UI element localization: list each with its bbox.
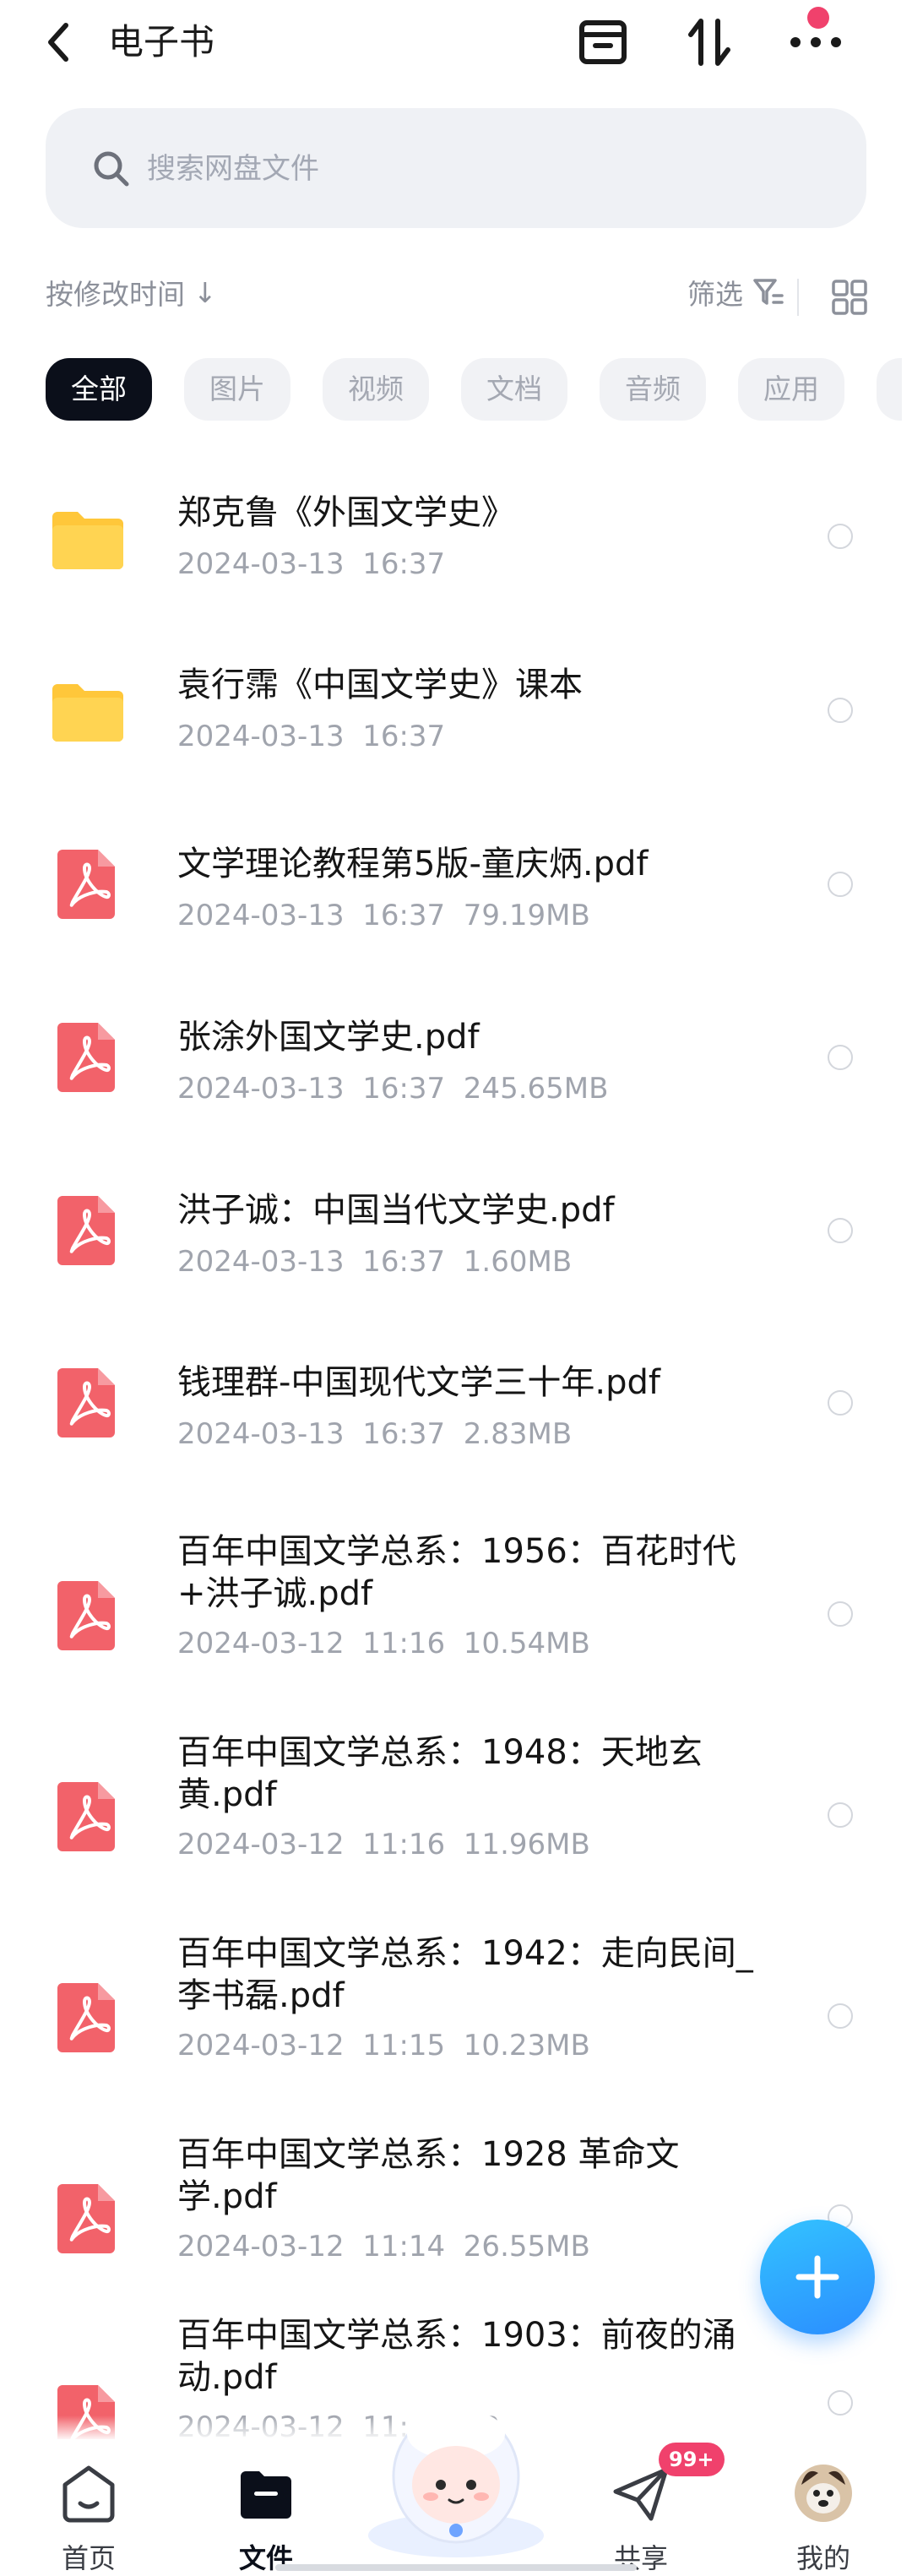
search-icon [94,151,129,187]
grid-view-icon[interactable] [831,279,868,316]
file-meta: 2024-03-13 16:37 [177,720,446,753]
share-badge: 99+ [659,2443,725,2476]
pdf-icon [57,850,115,919]
list-item[interactable]: 洪子诚：中国当代文学史.pdf 2024-03-13 16:37 1.60MB [0,1166,912,1334]
list-item[interactable]: 钱理群-中国现代文学三十年.pdf 2024-03-13 16:37 2.83M… [0,1338,912,1507]
file-meta: 2024-03-12 11:15 10.23MB [177,2029,590,2062]
select-radio[interactable] [828,1390,853,1416]
tab-apps[interactable]: 应用 [738,358,844,421]
select-radio[interactable] [828,2390,853,2416]
list-item[interactable]: 百年中国文学总系：1948：天地玄黄.pdf 2024-03-12 11:16 … [0,1711,912,1910]
list-item[interactable]: 袁行霈《中国文学史》课本 2024-03-13 16:37 [0,645,912,806]
file-meta: 2024-03-13 16:37 [177,547,446,581]
add-button[interactable] [760,2220,875,2334]
pdf-icon [57,1196,115,1265]
tab-images[interactable]: 图片 [184,358,290,421]
tab-audio[interactable]: 音频 [600,358,706,421]
filter-button[interactable]: 筛选 [687,272,785,312]
file-name: 张涂外国文学史.pdf [177,1018,480,1057]
filter-label: 筛选 [687,278,743,311]
page-title: 电子书 [108,21,215,62]
tab-documents[interactable]: 文档 [461,358,567,421]
file-meta: 2024-03-13 16:37 1.60MB [177,1245,573,1279]
list-item[interactable]: 百年中国文学总系：1942：走向民间_李书磊.pdf 2024-03-12 11… [0,1912,912,2111]
sort-icon[interactable] [681,15,738,69]
nav-me-label: 我的 [795,2542,850,2574]
file-meta: 2024-03-13 16:37 2.83MB [177,1417,573,1451]
file-name: 洪子诚：中国当代文学史.pdf [177,1191,615,1230]
back-icon[interactable] [41,19,78,66]
home-indicator [275,2564,637,2571]
select-radio[interactable] [828,1218,853,1243]
file-meta: 2024-03-13 16:37 245.65MB [177,1072,609,1106]
select-radio[interactable] [828,698,853,723]
notification-dot [807,7,829,29]
list-item[interactable]: 郑克鲁《外国文学史》 2024-03-13 16:37 [0,473,912,633]
file-name: 百年中国文学总系：1956：百花时代+洪子诚.pdf [177,1532,736,1613]
file-meta: 2024-03-12 11:14 26.55MB [177,2230,590,2264]
nav-files[interactable]: 文件 [211,2459,321,2574]
select-radio[interactable] [828,1802,853,1828]
plus-icon [795,2255,839,2299]
search-input[interactable] [145,139,824,199]
file-name: 袁行霈《中国文学史》课本 [177,666,583,704]
sort-arrow-icon: ↓ [193,275,217,309]
search-bar[interactable] [46,108,866,228]
nav-home[interactable]: 首页 [34,2459,144,2574]
sort-label: 按修改时间 [46,278,185,311]
select-radio[interactable] [828,1601,853,1627]
select-radio[interactable] [828,524,853,549]
select-radio[interactable] [828,2003,853,2029]
tab-more-partial[interactable] [877,358,902,421]
file-name: 百年中国文学总系：1903：前夜的涌动.pdf [177,2316,736,2397]
list-item[interactable]: 百年中国文学总系：1956：百花时代+洪子诚.pdf 2024-03-12 11… [0,1510,912,1709]
file-name: 郑克鲁《外国文学史》 [177,493,515,532]
file-meta: 2024-03-13 16:37 79.19MB [177,899,590,932]
pdf-icon [57,1368,115,1437]
select-radio[interactable] [828,872,853,897]
folder-icon [52,512,123,569]
list-item[interactable]: 张涂外国文学史.pdf 2024-03-13 16:37 245.65MB [0,992,912,1161]
file-name: 百年中国文学总系：1928 革命文学.pdf [177,2135,680,2216]
more-icon[interactable] [787,7,844,69]
home-icon [62,2465,115,2523]
nav-me[interactable]: 我的 [768,2459,878,2574]
select-radio[interactable] [828,1045,853,1070]
tab-all[interactable]: 全部 [46,358,152,421]
toolbar-divider [797,279,799,316]
sort-button[interactable]: 按修改时间 ↓ [46,272,217,312]
mascot-icon[interactable] [361,2392,551,2561]
tab-videos[interactable]: 视频 [323,358,429,421]
pdf-icon [57,1983,115,2052]
folder-icon [52,684,123,742]
archive-icon[interactable] [574,15,632,69]
file-name: 文学理论教程第5版-童庆炳.pdf [177,845,649,883]
filter-icon [753,279,784,305]
folder-icon [241,2471,291,2519]
file-name: 钱理群-中国现代文学三十年.pdf [177,1363,661,1402]
nav-home-label: 首页 [61,2542,116,2574]
pdf-icon [57,2184,115,2253]
avatar [795,2465,852,2522]
file-meta: 2024-03-12 11:16 11.96MB [177,1828,590,1861]
file-name: 百年中国文学总系：1942：走向民间_李书磊.pdf [177,1934,753,2015]
list-item[interactable]: 文学理论教程第5版-童庆炳.pdf 2024-03-13 16:37 79.19… [0,819,912,988]
header-bar: 电子书 [0,0,912,93]
pdf-icon [57,1023,115,1092]
file-meta: 2024-03-12 11:16 10.54MB [177,1627,590,1660]
pdf-icon [57,1782,115,1851]
file-name: 百年中国文学总系：1948：天地玄黄.pdf [177,1733,703,1814]
category-tabs: 全部 图片 视频 文档 音频 应用 [46,358,902,421]
pdf-icon [57,1581,115,1650]
